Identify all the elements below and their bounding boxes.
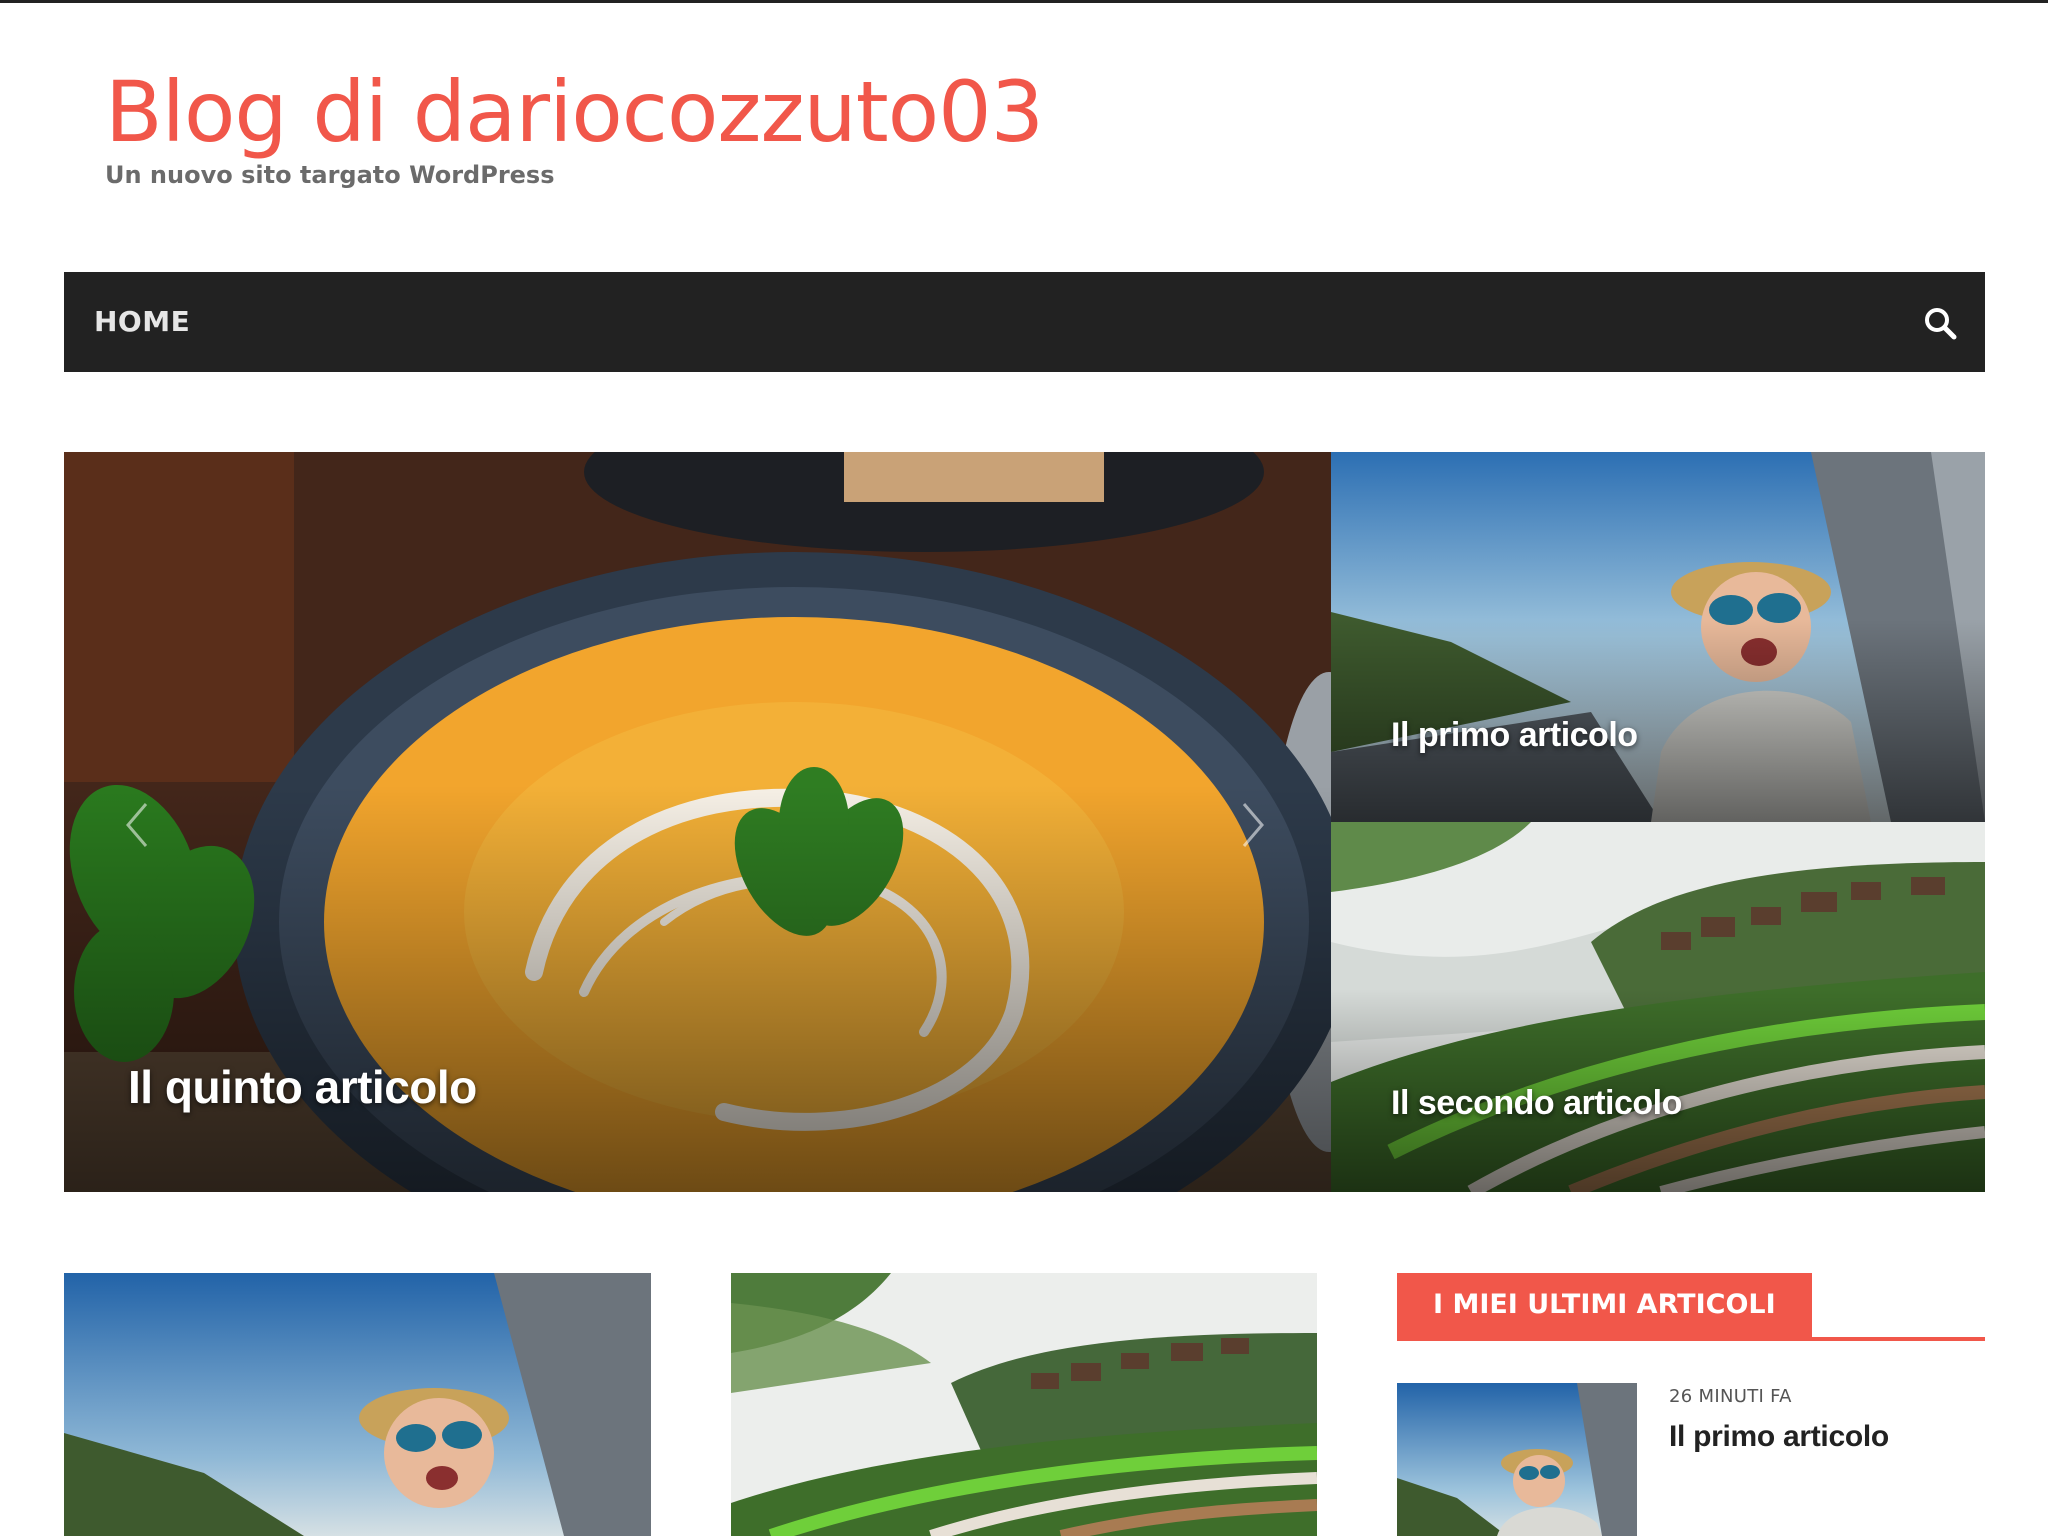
- recent-post-time: 26 MINUTI FA: [1669, 1386, 1792, 1407]
- site-title[interactable]: Blog di dariocozzuto03: [105, 62, 1044, 162]
- recent-post-title[interactable]: Il primo articolo: [1669, 1420, 1889, 1454]
- featured-side-post-2[interactable]: Il secondo articolo: [1331, 822, 1985, 1192]
- featured-main-post[interactable]: Il quinto articolo: [64, 452, 1331, 1192]
- top-border: [0, 0, 2048, 3]
- site-tagline: Un nuovo sito targato WordPress: [105, 161, 555, 189]
- nav-item-home[interactable]: HOME: [94, 272, 190, 372]
- kid-in-car-image: [1397, 1383, 1637, 1536]
- rice-terraces-image: [731, 1273, 1317, 1536]
- recent-post-thumbnail[interactable]: [1397, 1383, 1637, 1536]
- kid-in-car-image: [64, 1273, 651, 1536]
- post-thumbnail-2[interactable]: [731, 1273, 1317, 1536]
- post-thumbnail-1[interactable]: [64, 1273, 651, 1536]
- sidebar-widget-title: I MIEI ULTIMI ARTICOLI: [1397, 1273, 1812, 1337]
- featured-side-post-1[interactable]: Il primo articolo: [1331, 452, 1985, 822]
- search-icon[interactable]: [1923, 306, 1957, 340]
- sidebar-widget-header: I MIEI ULTIMI ARTICOLI: [1397, 1273, 1985, 1341]
- image-shade-overlay: [64, 785, 1331, 1192]
- featured-side-title-1[interactable]: Il primo articolo: [1391, 716, 1638, 755]
- featured-main-title[interactable]: Il quinto articolo: [128, 1060, 477, 1114]
- main-navbar: HOME: [64, 272, 1985, 372]
- slider-next-icon[interactable]: [1240, 800, 1266, 850]
- slider-prev-icon[interactable]: [124, 800, 150, 850]
- featured-side-title-2[interactable]: Il secondo articolo: [1391, 1084, 1682, 1123]
